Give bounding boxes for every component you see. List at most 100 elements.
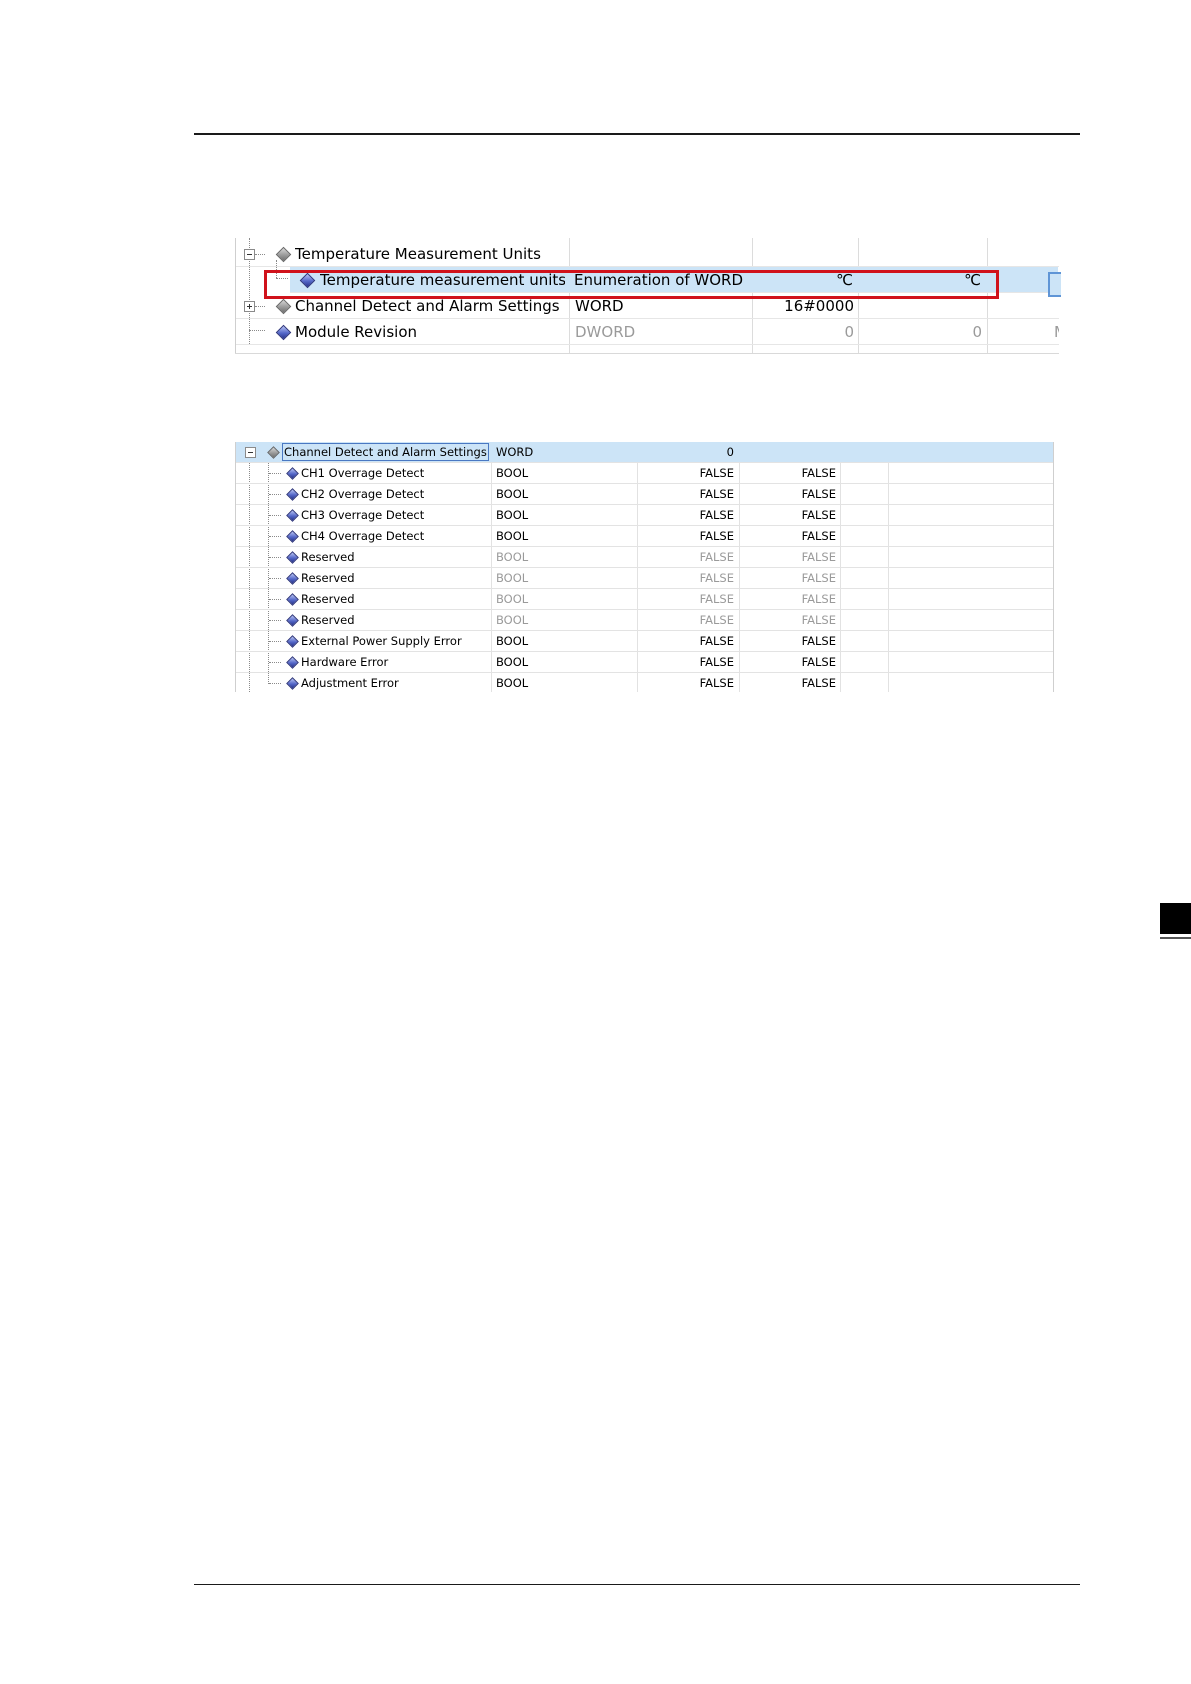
- parameter-icon: [286, 635, 299, 648]
- table-row[interactable]: Reserved BOOL FALSE FALSE: [236, 589, 1053, 610]
- parameter-icon: [299, 272, 316, 289]
- tree-line: [269, 641, 281, 642]
- param-name: Reserved: [301, 613, 355, 627]
- param-default: FALSE: [699, 571, 734, 585]
- param-name: Module Revision: [295, 323, 417, 341]
- parameter-icon: [286, 551, 299, 564]
- table-row[interactable]: Module Revision DWORD 0 0 M: [236, 319, 1059, 345]
- tree-line: [269, 536, 281, 537]
- chapter-tab-underline: [1160, 937, 1191, 939]
- param-name: CH2 Overrage Detect: [301, 487, 425, 501]
- param-default: 0: [726, 445, 734, 459]
- header-rule: [194, 133, 1080, 135]
- param-type: BOOL: [496, 676, 529, 690]
- table-row[interactable]: Adjustment Error BOOL FALSE FALSE: [236, 673, 1053, 692]
- param-default: 0: [844, 323, 854, 341]
- expand-icon[interactable]: [244, 301, 255, 312]
- tree-line: [269, 515, 281, 516]
- param-current: FALSE: [801, 613, 836, 627]
- parameter-grid-bottom: Channel Detect and Alarm Settings WORD 0…: [235, 442, 1054, 692]
- param-current[interactable]: ℃: [863, 267, 981, 293]
- param-extra: M: [1054, 319, 1059, 345]
- param-type: BOOL: [496, 529, 529, 543]
- param-name: Temperature Measurement Units: [295, 245, 541, 263]
- parameter-icon: [286, 614, 299, 627]
- table-row[interactable]: CH4 Overrage Detect BOOL FALSE FALSE: [236, 526, 1053, 547]
- parameter-icon: [286, 530, 299, 543]
- param-default: FALSE: [699, 613, 734, 627]
- param-type: Enumeration of WORD: [574, 271, 744, 289]
- param-default: FALSE: [699, 466, 734, 480]
- tree-line: [269, 557, 281, 558]
- table-row[interactable]: External Power Supply Error BOOL FALSE F…: [236, 631, 1053, 652]
- param-default: FALSE: [699, 592, 734, 606]
- table-row[interactable]: CH3 Overrage Detect BOOL FALSE FALSE: [236, 505, 1053, 526]
- collapse-icon[interactable]: [244, 249, 255, 260]
- param-type: [575, 241, 750, 267]
- parameter-icon: [286, 509, 299, 522]
- param-current: FALSE: [801, 592, 836, 606]
- tree-line: [269, 494, 281, 495]
- param-type: BOOL: [496, 634, 529, 648]
- tree-line: [269, 620, 281, 621]
- tree-line: [276, 278, 288, 279]
- table-row[interactable]: Hardware Error BOOL FALSE FALSE: [236, 652, 1053, 673]
- table-row[interactable]: Reserved BOOL FALSE FALSE: [236, 610, 1053, 631]
- footer-rule: [194, 1584, 1080, 1585]
- table-row-selected[interactable]: Channel Detect and Alarm Settings WORD 0: [236, 442, 1053, 463]
- param-current[interactable]: FALSE: [744, 463, 836, 483]
- param-current: FALSE: [801, 550, 836, 564]
- param-name: Reserved: [301, 592, 355, 606]
- param-current[interactable]: FALSE: [744, 484, 836, 504]
- param-type: WORD: [496, 445, 534, 459]
- param-current[interactable]: FALSE: [744, 631, 836, 651]
- param-default: FALSE: [699, 529, 734, 543]
- param-name: Temperature measurement units: [320, 271, 565, 289]
- param-name: Reserved: [301, 571, 355, 585]
- param-current[interactable]: FALSE: [744, 505, 836, 525]
- tree-line: [269, 662, 281, 663]
- param-default: ℃: [836, 271, 853, 289]
- param-current: [864, 241, 982, 267]
- table-row[interactable]: Temperature Measurement Units: [236, 241, 1059, 267]
- collapse-icon[interactable]: [245, 447, 256, 458]
- param-current: [864, 293, 982, 319]
- param-name: External Power Supply Error: [301, 634, 462, 648]
- param-type: BOOL: [496, 550, 529, 564]
- table-row[interactable]: Channel Detect and Alarm Settings WORD 1…: [236, 293, 1059, 319]
- param-current: FALSE: [801, 571, 836, 585]
- table-row-selected[interactable]: Temperature measurement units Enumeratio…: [290, 267, 1058, 293]
- tree-line: [269, 683, 281, 684]
- param-current[interactable]: FALSE: [744, 673, 836, 692]
- parameter-icon: [286, 677, 299, 690]
- param-type: WORD: [575, 297, 624, 315]
- cell-focus-box[interactable]: [1048, 272, 1061, 297]
- param-current[interactable]: FALSE: [744, 526, 836, 546]
- parameter-icon: [286, 593, 299, 606]
- param-type: BOOL: [496, 508, 529, 522]
- tree-line: [269, 599, 281, 600]
- parameter-group-icon: [267, 446, 280, 459]
- parameter-group-icon: [275, 246, 292, 263]
- table-row[interactable]: CH2 Overrage Detect BOOL FALSE FALSE: [236, 484, 1053, 505]
- parameter-grid-top: Temperature Measurement Units Temperatur…: [235, 238, 1059, 354]
- param-default: [758, 241, 854, 267]
- param-name: CH1 Overrage Detect: [301, 466, 425, 480]
- table-row[interactable]: Reserved BOOL FALSE FALSE: [236, 547, 1053, 568]
- tree-line: [269, 473, 281, 474]
- tree-line: [269, 578, 281, 579]
- chapter-tab: [1160, 903, 1191, 934]
- table-row[interactable]: Reserved BOOL FALSE FALSE: [236, 568, 1053, 589]
- param-type: BOOL: [496, 592, 529, 606]
- parameter-icon: [286, 488, 299, 501]
- param-default: FALSE: [699, 508, 734, 522]
- table-row[interactable]: CH1 Overrage Detect BOOL FALSE FALSE: [236, 463, 1053, 484]
- parameter-group-icon: [275, 298, 292, 315]
- param-current[interactable]: FALSE: [744, 652, 836, 672]
- param-current: [744, 442, 836, 462]
- param-default: FALSE: [699, 550, 734, 564]
- param-name: CH3 Overrage Detect: [301, 508, 425, 522]
- parameter-icon: [286, 656, 299, 669]
- parameter-icon: [286, 467, 299, 480]
- grid-border: [235, 353, 1059, 354]
